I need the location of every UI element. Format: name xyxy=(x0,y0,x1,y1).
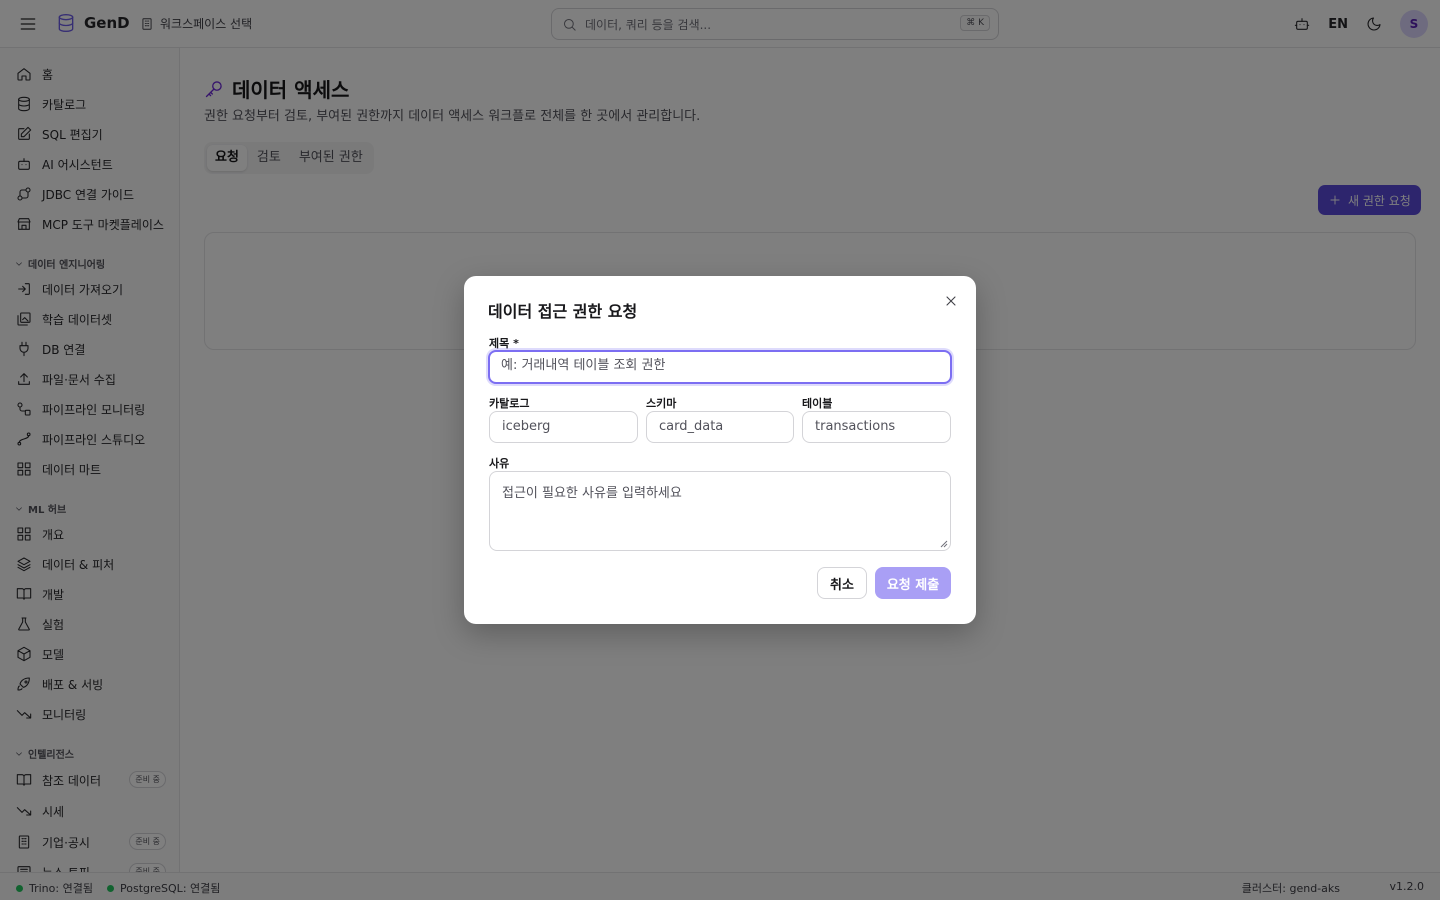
reason-placeholder: 접근이 필요한 사유를 입력하세요 xyxy=(502,486,682,501)
reason-textarea[interactable]: 접근이 필요한 사유를 입력하세요 xyxy=(489,471,951,551)
access-request-dialog: 데이터 접근 권한 요청 제목 * 예: 거래내역 테이블 조회 권한 카탈로그… xyxy=(464,276,976,624)
close-icon[interactable] xyxy=(943,293,959,309)
dialog-title: 데이터 접근 권한 요청 xyxy=(488,302,638,321)
table-input[interactable]: transactions xyxy=(802,411,951,443)
subject-input[interactable]: 예: 거래내역 테이블 조회 권한 xyxy=(488,350,952,384)
reason-label: 사유 xyxy=(489,457,510,470)
catalog-input[interactable]: iceberg xyxy=(489,411,638,443)
cancel-button[interactable]: 취소 xyxy=(817,567,867,599)
resize-handle-icon[interactable] xyxy=(940,540,948,548)
catalog-label: 카탈로그 xyxy=(489,397,530,410)
subject-label: 제목 * xyxy=(489,337,519,350)
submit-request-button[interactable]: 요청 제출 xyxy=(875,567,951,599)
table-label: 테이블 xyxy=(802,397,833,410)
schema-label: 스키마 xyxy=(646,397,677,410)
schema-input[interactable]: card_data xyxy=(646,411,794,443)
